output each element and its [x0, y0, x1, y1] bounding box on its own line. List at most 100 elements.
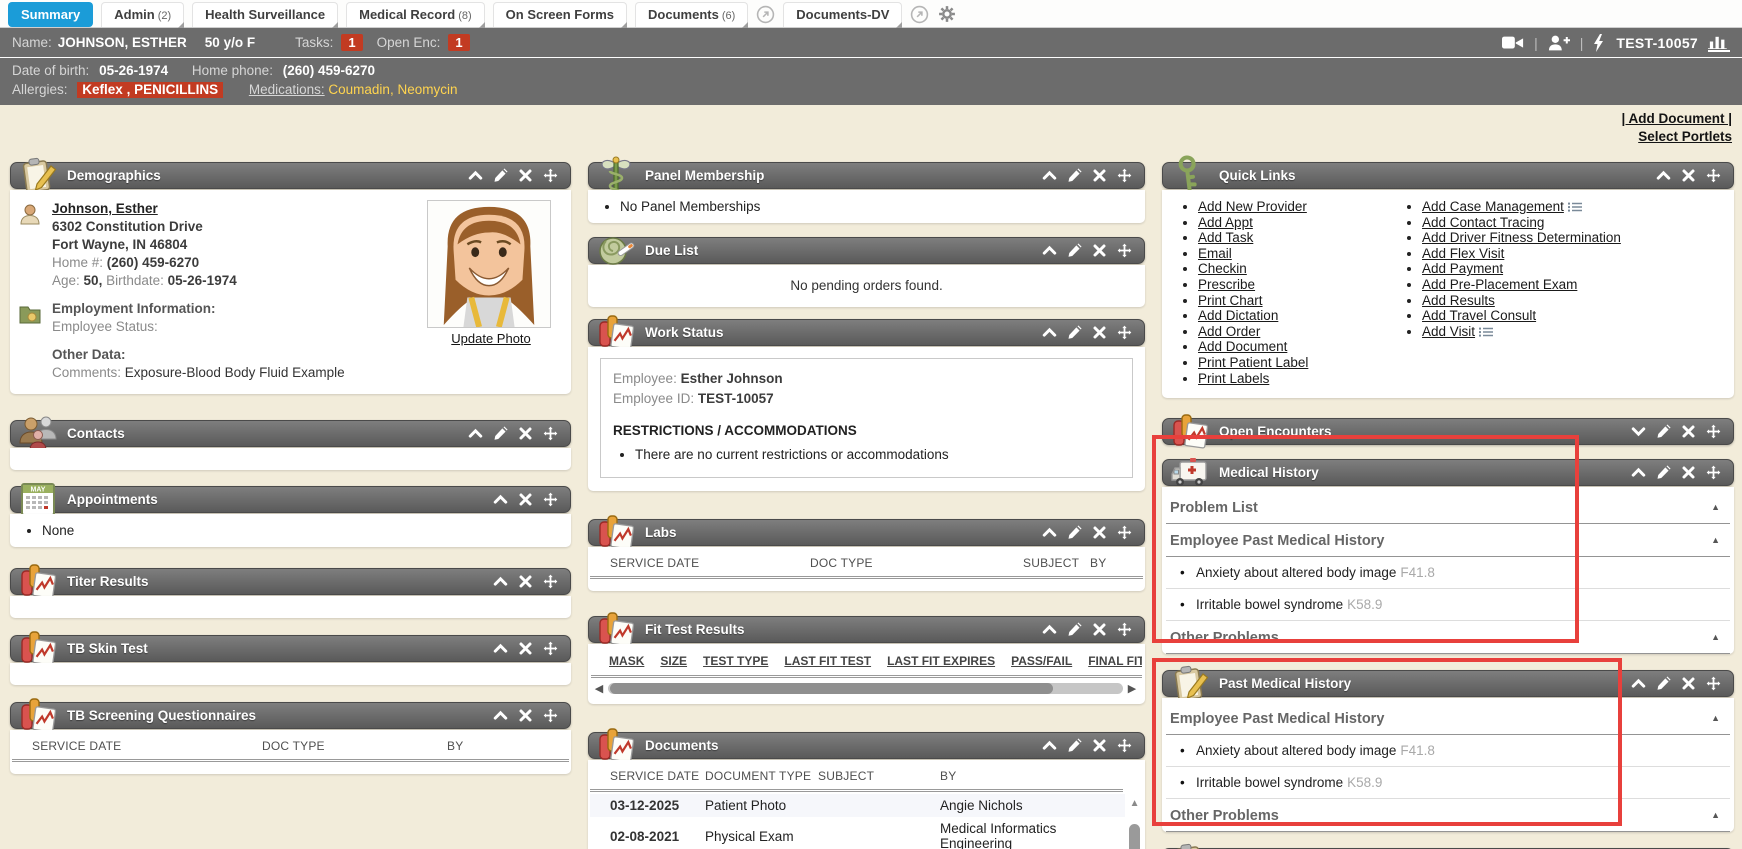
col-size[interactable]: SIZE — [660, 654, 687, 668]
chevron-up-icon[interactable] — [1656, 168, 1671, 183]
accordion-triangle-icon[interactable]: ▲ — [1711, 535, 1720, 545]
move-icon[interactable] — [543, 574, 558, 589]
problem-item[interactable]: Anxiety about altered body imageF41.8 — [1166, 735, 1730, 767]
popout-circle-icon[interactable] — [910, 5, 929, 24]
close-icon[interactable] — [518, 426, 533, 441]
quick-link[interactable]: Add Driver Fitness Determination — [1422, 230, 1621, 246]
accordion-triangle-icon[interactable]: ▲ — [1711, 810, 1720, 820]
chevron-up-icon[interactable] — [1042, 168, 1057, 183]
section-employee-past-medical-history[interactable]: Employee Past Medical History ▲ — [1166, 702, 1730, 735]
chevron-up-icon[interactable] — [1631, 676, 1646, 691]
quick-link[interactable]: Checkin — [1198, 261, 1390, 277]
close-icon[interactable] — [1681, 465, 1696, 480]
quick-link[interactable]: Add Results — [1422, 293, 1621, 309]
close-icon[interactable] — [1092, 168, 1107, 183]
quick-link[interactable]: Print Patient Label — [1198, 355, 1390, 371]
close-icon[interactable] — [518, 574, 533, 589]
pencil-icon[interactable] — [1656, 424, 1671, 439]
chevron-up-icon[interactable] — [1042, 243, 1057, 258]
move-icon[interactable] — [1117, 525, 1132, 540]
quick-link[interactable]: Add Contact Tracing — [1422, 215, 1621, 231]
quick-link[interactable]: Print Chart — [1198, 293, 1390, 309]
close-icon[interactable] — [518, 708, 533, 723]
col-mask[interactable]: MASK — [609, 654, 644, 668]
tab-summary[interactable]: Summary — [8, 2, 93, 27]
pencil-icon[interactable] — [1067, 738, 1082, 753]
quick-link[interactable]: Add Payment — [1422, 261, 1621, 277]
tab-documents[interactable]: Documents(6) — [635, 2, 748, 27]
quick-link[interactable]: Add Appt — [1198, 215, 1390, 231]
chevron-down-icon[interactable] — [1631, 424, 1646, 439]
lightning-bolt-icon[interactable] — [1593, 34, 1606, 52]
pencil-icon[interactable] — [1067, 168, 1082, 183]
close-icon[interactable] — [1092, 525, 1107, 540]
chevron-up-icon[interactable] — [1042, 622, 1057, 637]
pencil-icon[interactable] — [1067, 525, 1082, 540]
pencil-icon[interactable] — [493, 168, 508, 183]
chevron-up-icon[interactable] — [493, 492, 508, 507]
tab-health-surveillance[interactable]: Health Surveillance — [192, 2, 338, 27]
chevron-up-icon[interactable] — [493, 641, 508, 656]
quick-link[interactable]: Add Visit — [1422, 324, 1621, 340]
patient-name-link[interactable]: Johnson, Esther — [52, 201, 158, 216]
quick-link[interactable]: Add Case Management — [1422, 199, 1621, 215]
section-other-problems[interactable]: Other Problems ▲ — [1166, 799, 1730, 832]
col-pass-fail[interactable]: PASS/FAIL — [1011, 654, 1072, 668]
quick-link[interactable]: Add Travel Consult — [1422, 308, 1621, 324]
quick-link[interactable]: Add Flex Visit — [1422, 246, 1621, 262]
chevron-up-icon[interactable] — [493, 574, 508, 589]
accordion-triangle-icon[interactable]: ▲ — [1711, 632, 1720, 642]
add-document-link[interactable]: | Add Document | — [1621, 110, 1732, 128]
move-icon[interactable] — [1117, 325, 1132, 340]
close-icon[interactable] — [1092, 622, 1107, 637]
quick-link[interactable]: Print Labels — [1198, 371, 1390, 387]
tab-documents-dv[interactable]: Documents-DV — [783, 2, 902, 27]
move-icon[interactable] — [543, 168, 558, 183]
move-icon[interactable] — [543, 641, 558, 656]
section-problem-list[interactable]: Problem List ▲ — [1166, 491, 1730, 524]
close-icon[interactable] — [1681, 424, 1696, 439]
move-icon[interactable] — [543, 426, 558, 441]
quick-link[interactable]: Add Dictation — [1198, 308, 1390, 324]
scrollbar-thumb[interactable] — [610, 683, 1053, 694]
chevron-up-icon[interactable] — [1042, 738, 1057, 753]
popout-circle-icon[interactable] — [756, 5, 775, 24]
tasks-badge[interactable]: 1 — [341, 34, 362, 51]
move-icon[interactable] — [1706, 424, 1721, 439]
medications-label[interactable]: Medications: — [249, 82, 325, 97]
person-plus-icon[interactable] — [1548, 34, 1570, 52]
col-last-fit-expires[interactable]: LAST FIT EXPIRES — [887, 654, 995, 668]
pencil-icon[interactable] — [1067, 325, 1082, 340]
chevron-up-icon[interactable] — [1042, 525, 1057, 540]
move-icon[interactable] — [543, 492, 558, 507]
scrollbar-thumb[interactable] — [1129, 824, 1140, 849]
close-icon[interactable] — [1681, 676, 1696, 691]
move-icon[interactable] — [1706, 465, 1721, 480]
move-icon[interactable] — [1117, 622, 1132, 637]
pencil-icon[interactable] — [1067, 622, 1082, 637]
pencil-icon[interactable] — [493, 426, 508, 441]
tab-on-screen-forms[interactable]: On Screen Forms — [493, 2, 627, 27]
quick-link[interactable]: Add Task — [1198, 230, 1390, 246]
quick-link[interactable]: Add Pre-Placement Exam — [1422, 277, 1621, 293]
close-icon[interactable] — [1092, 738, 1107, 753]
chevron-up-icon[interactable] — [493, 708, 508, 723]
pencil-icon[interactable] — [1656, 676, 1671, 691]
close-icon[interactable] — [1092, 325, 1107, 340]
chevron-up-icon[interactable] — [468, 168, 483, 183]
scroll-right-icon[interactable]: ▶ — [1125, 682, 1139, 695]
video-camera-icon[interactable] — [1502, 34, 1524, 52]
table-row[interactable]: 03-12-2025 Patient Photo Angie Nichols — [590, 794, 1125, 817]
tab-admin[interactable]: Admin(2) — [101, 2, 184, 27]
scroll-up-icon[interactable]: ▲ — [1130, 798, 1140, 810]
quick-link[interactable]: Email — [1198, 246, 1390, 262]
quick-link[interactable]: Add Order — [1198, 324, 1390, 340]
move-icon[interactable] — [1117, 243, 1132, 258]
close-icon[interactable] — [518, 641, 533, 656]
col-last-fit-test[interactable]: LAST FIT TEST — [784, 654, 871, 668]
tab-medical-record[interactable]: Medical Record(8) — [346, 2, 485, 27]
select-portlets-link[interactable]: Select Portlets — [1638, 128, 1732, 146]
close-icon[interactable] — [1681, 168, 1696, 183]
scroll-left-icon[interactable]: ◀ — [592, 682, 606, 695]
open-enc-badge[interactable]: 1 — [448, 34, 469, 51]
